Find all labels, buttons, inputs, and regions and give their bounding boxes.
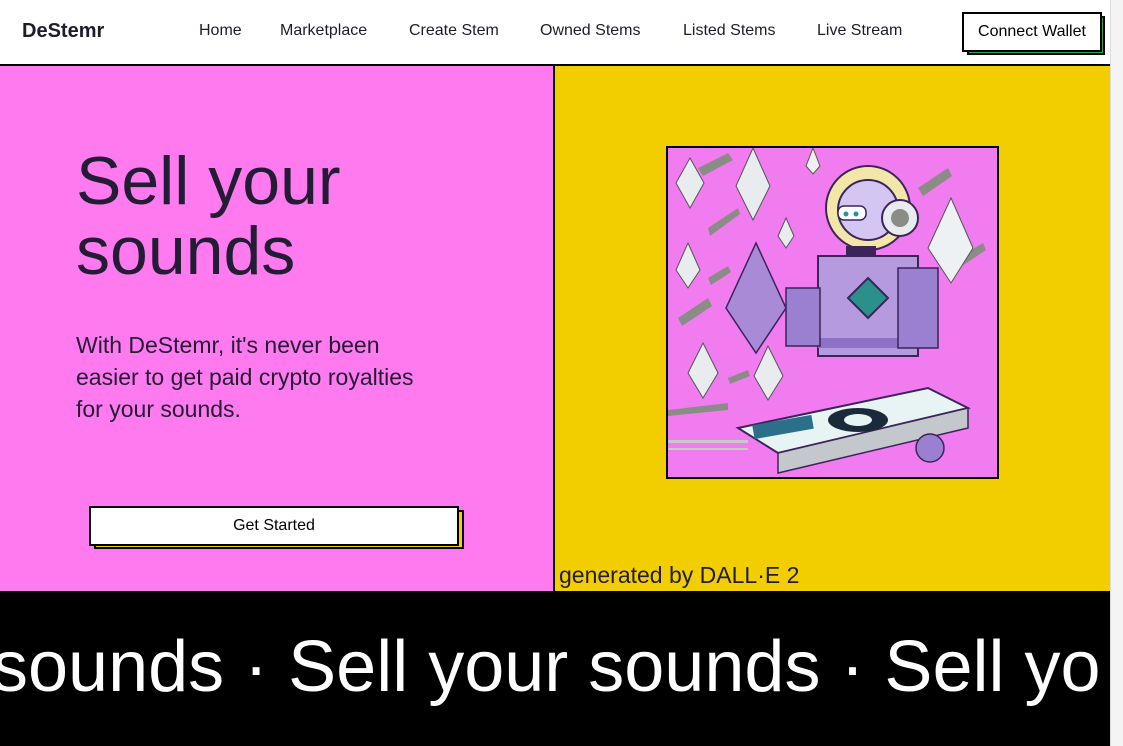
dj-robot-illustration-icon [668, 148, 997, 477]
nav-link-listed-stems[interactable]: Listed Stems [683, 22, 775, 40]
image-credit: generated by DALL·E 2 [559, 562, 800, 588]
page-scrollbar[interactable] [1110, 0, 1123, 746]
connect-wallet-button[interactable]: Connect Wallet [962, 12, 1102, 52]
dj-robot-artwork [666, 146, 999, 479]
brand-logo[interactable]: DeStemr [22, 20, 104, 43]
nav-link-owned-stems[interactable]: Owned Stems [540, 22, 640, 40]
hero-text-panel: Sell your sounds With DeStemr, it's neve… [0, 66, 553, 591]
get-started-button[interactable]: Get Started [89, 506, 459, 546]
nav-link-marketplace[interactable]: Marketplace [280, 22, 367, 40]
marquee-text: r sounds · Sell your sounds · Sell yo [0, 627, 1101, 707]
marquee-banner: r sounds · Sell your sounds · Sell yo [0, 591, 1110, 746]
nav-link-home[interactable]: Home [199, 22, 242, 40]
nav-link-live-stream[interactable]: Live Stream [817, 22, 902, 40]
hero-title: Sell your sounds [76, 143, 341, 289]
hero-subtitle: With DeStemr, it's never been easier to … [76, 332, 414, 422]
hero-image-panel: generated by DALL·E 2 [555, 66, 1110, 591]
nav-link-create-stem[interactable]: Create Stem [409, 22, 499, 40]
top-navigation: DeStemr Home Marketplace Create Stem Own… [0, 0, 1110, 66]
